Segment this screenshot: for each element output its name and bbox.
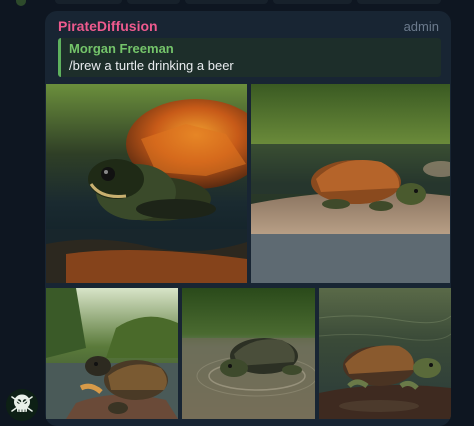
sender-avatar[interactable] (6, 389, 38, 421)
admin-badge: admin (403, 19, 439, 34)
reply-text: /brew a turtle drinking a beer (69, 58, 234, 73)
previous-photo-edge (357, 0, 441, 4)
turtle-photo-5-image (319, 288, 451, 419)
message-header: PirateDiffusion admin (58, 17, 439, 37)
turtle-photo-4-image (182, 288, 315, 419)
message-bubble: PirateDiffusion admin Morgan Freeman /br… (45, 11, 451, 426)
previous-message-strip (0, 0, 474, 6)
album-photo-5[interactable] (319, 288, 451, 419)
skull-logo-icon (6, 389, 38, 421)
reply-quote[interactable]: Morgan Freeman /brew a turtle drinking a… (58, 38, 441, 77)
previous-photo-edge (185, 0, 268, 4)
turtle-photo-2-image (251, 84, 450, 283)
album-photo-4[interactable] (182, 288, 315, 419)
previous-avatar-edge (16, 0, 26, 6)
album-photo-2[interactable] (251, 84, 450, 283)
reply-author: Morgan Freeman (69, 41, 174, 56)
turtle-photo-3-image (46, 288, 178, 419)
previous-photo-edge (273, 0, 352, 4)
sender-name[interactable]: PirateDiffusion (58, 18, 158, 34)
album-photo-1[interactable] (46, 84, 247, 283)
turtle-photo-1-image (46, 84, 247, 283)
previous-photo-edge (127, 0, 180, 4)
previous-photo-edge (55, 0, 122, 4)
album-photo-3[interactable] (46, 288, 178, 419)
